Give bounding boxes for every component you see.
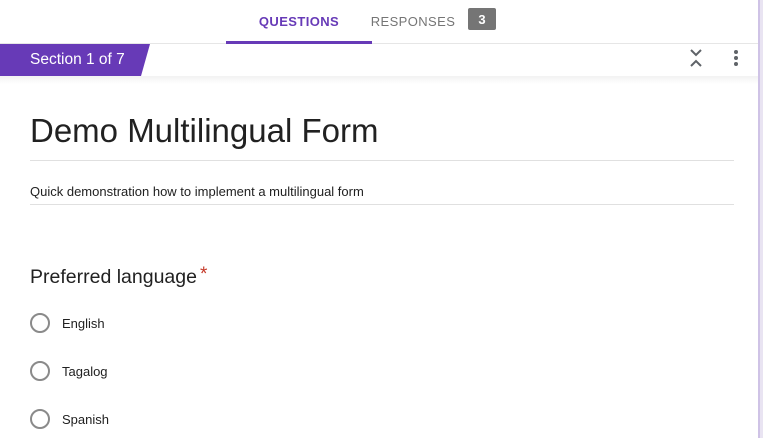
question-title-text: Preferred language [30,266,197,288]
form-description: Quick demonstration how to implement a m… [30,184,364,199]
card-right-border [758,0,763,438]
required-marker: * [199,264,208,285]
option-label: Spanish [62,411,109,427]
form-editor: QUESTIONS RESPONSES 3 Section 1 of 7 Dem… [0,0,763,438]
option-spanish[interactable]: Spanish [30,408,109,430]
option-english[interactable]: English [30,312,105,334]
active-tab-indicator [226,41,372,44]
radio-button-icon[interactable] [30,409,50,429]
radio-button-icon[interactable] [30,361,50,381]
tab-questions-label: QUESTIONS [258,14,340,29]
option-tagalog[interactable]: Tagalog [30,360,108,382]
question-title: Preferred language * [30,264,207,289]
tab-questions[interactable]: QUESTIONS [226,0,372,44]
section-divider [0,76,758,84]
section-badge: Section 1 of 7 [0,44,150,76]
option-label: Tagalog [62,363,108,379]
tab-bar: QUESTIONS RESPONSES 3 [0,0,763,44]
tab-responses-label: RESPONSES [370,14,456,29]
form-title: Demo Multilingual Form [30,112,379,149]
collapse-section-icon[interactable] [686,48,706,68]
form-title-field[interactable]: Demo Multilingual Form [30,108,734,161]
form-description-field[interactable]: Quick demonstration how to implement a m… [30,183,734,205]
section-label: Section 1 of 7 [30,51,125,68]
responses-count-badge[interactable]: 3 [468,8,496,30]
option-label: English [62,315,105,331]
more-vert-icon[interactable] [726,48,746,68]
radio-button-icon[interactable] [30,313,50,333]
tab-responses[interactable]: RESPONSES [370,0,456,43]
